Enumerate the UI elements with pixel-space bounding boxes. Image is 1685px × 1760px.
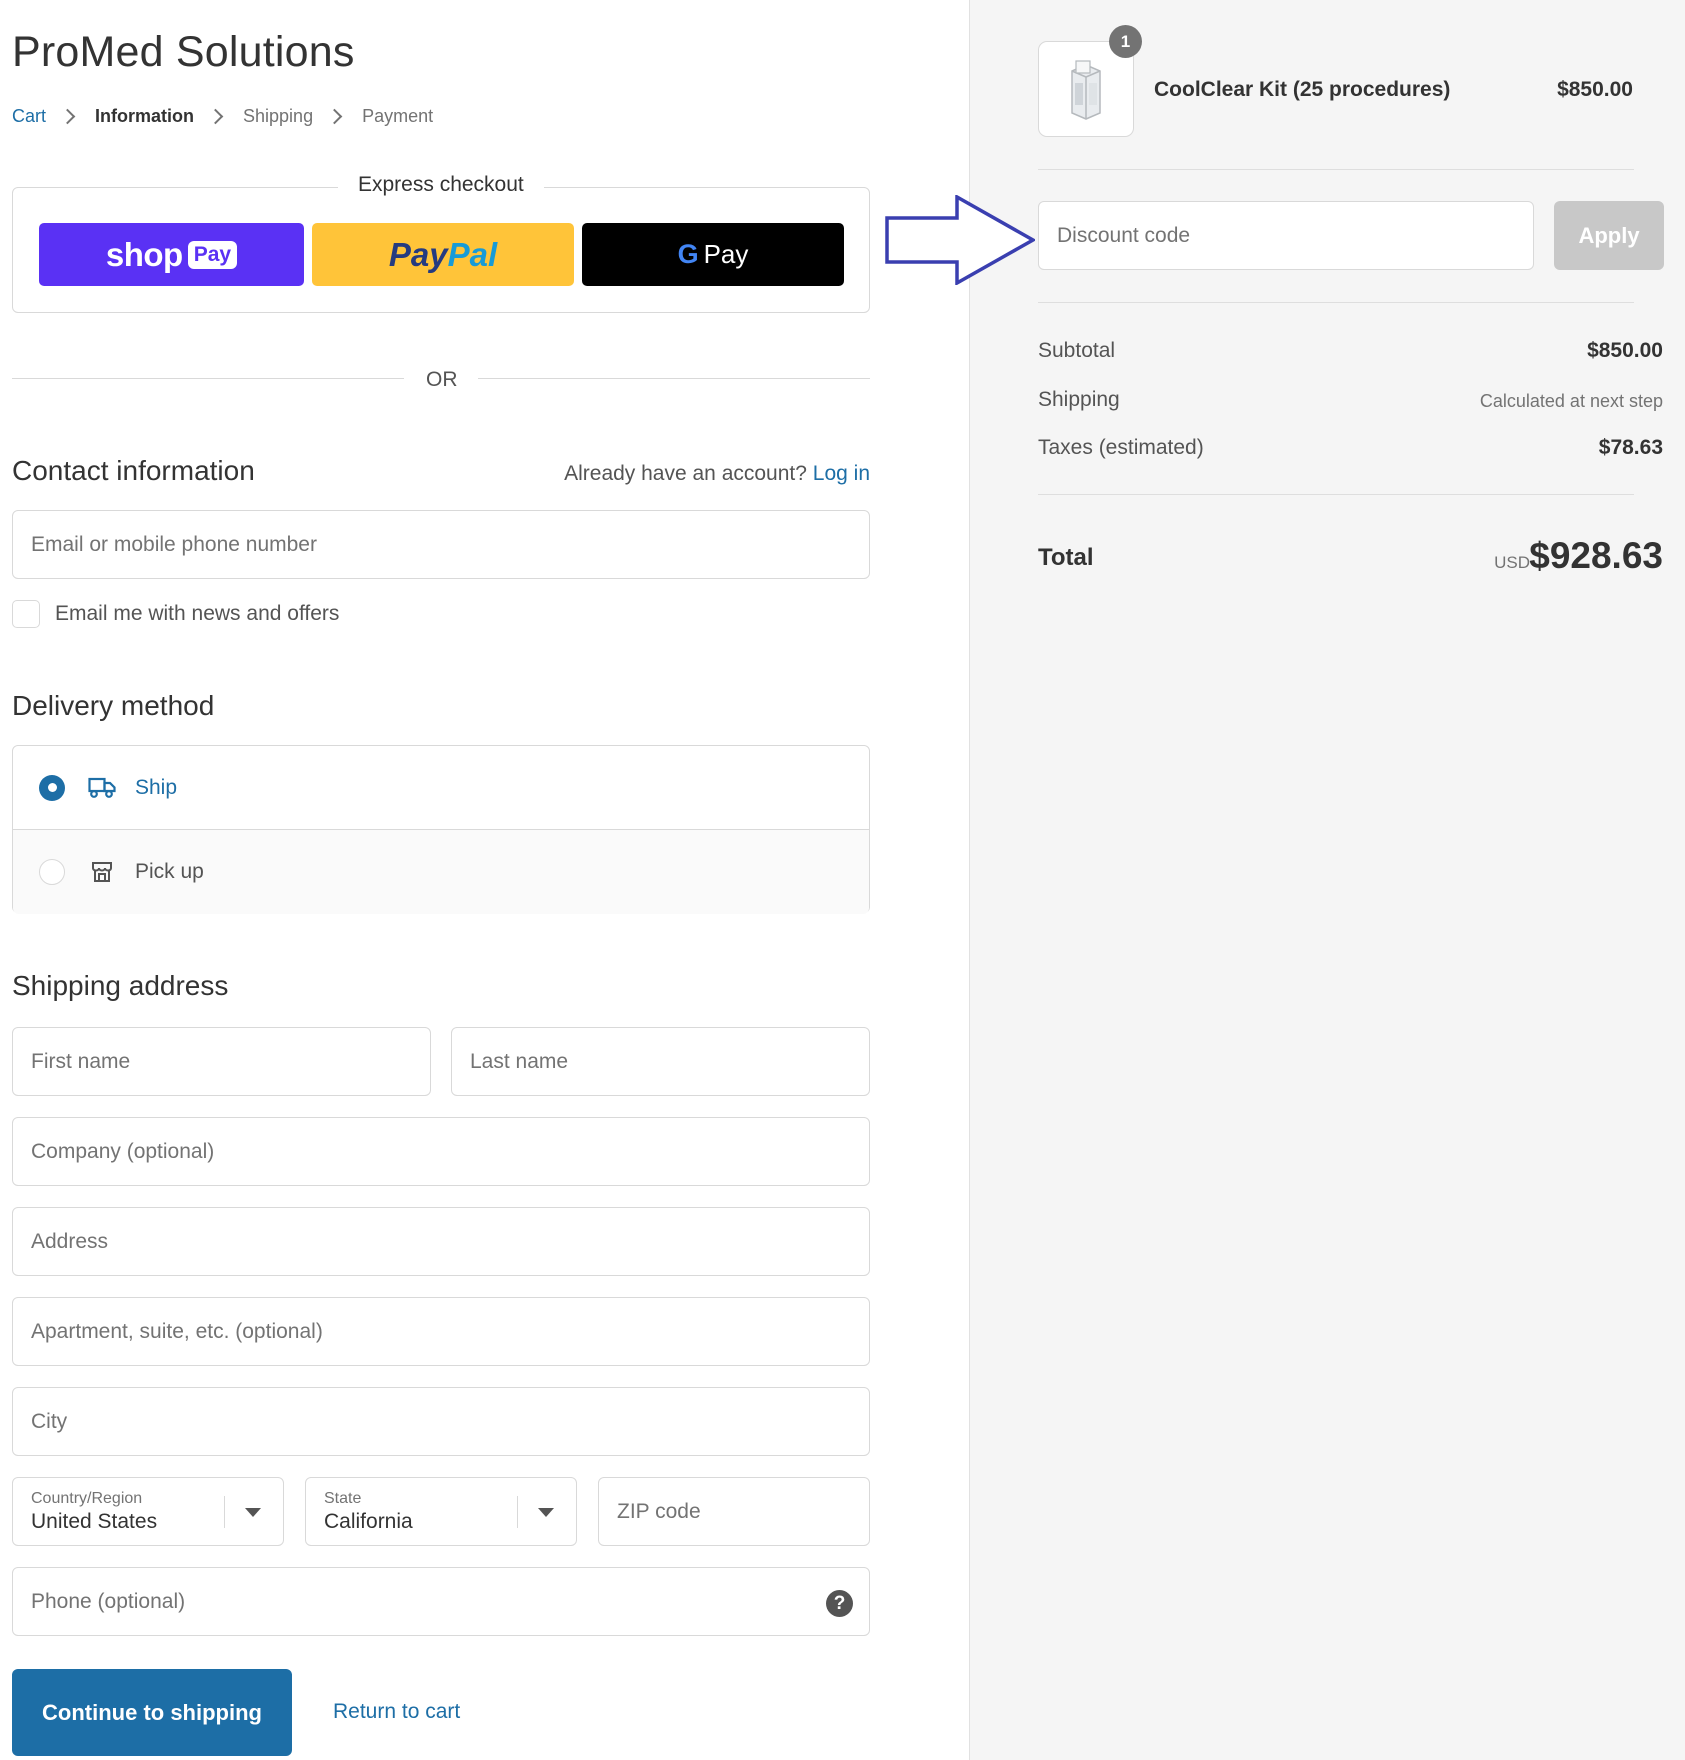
shop-pay-button[interactable]: shop Pay — [39, 223, 304, 286]
total-value: $928.63 — [1529, 535, 1663, 576]
email-field[interactable]: Email or mobile phone number — [12, 510, 870, 579]
google-pay-button[interactable]: G Pay — [582, 223, 844, 286]
taxes-label: Taxes (estimated) — [1038, 436, 1204, 459]
first-name-field[interactable]: First name — [12, 1027, 431, 1096]
pickup-radio[interactable] — [39, 859, 65, 885]
breadcrumb-information: Information — [95, 106, 195, 126]
product-name: CoolClear Kit (25 procedures) — [1154, 78, 1451, 101]
product-price: $850.00 — [1557, 78, 1633, 101]
delivery-method-title: Delivery method — [12, 690, 215, 721]
city-field[interactable]: City — [12, 1387, 870, 1456]
country-label: Country/Region — [31, 1489, 143, 1507]
help-icon[interactable]: ? — [826, 1590, 853, 1617]
country-select[interactable]: Country/Region United States — [12, 1477, 284, 1546]
express-checkout-label: Express checkout — [338, 173, 544, 197]
state-select[interactable]: State California — [305, 1477, 577, 1546]
discount-code-input[interactable]: Discount code — [1038, 201, 1534, 270]
delivery-option-ship[interactable]: Ship — [13, 746, 869, 830]
company-field[interactable]: Company (optional) — [12, 1117, 870, 1186]
login-link[interactable]: Log in — [813, 462, 870, 485]
subtotal-label: Subtotal — [1038, 339, 1116, 362]
truck-icon — [87, 775, 117, 801]
newsletter-label: Email me with news and offers — [55, 602, 340, 625]
account-prompt: Already have an account? Log in — [564, 462, 870, 486]
annotation-arrow-icon — [885, 195, 1035, 285]
apply-discount-button[interactable]: Apply — [1554, 201, 1664, 270]
divider — [1038, 302, 1634, 303]
zip-field[interactable]: ZIP code — [598, 1477, 870, 1546]
google-pay-label: Pay — [703, 239, 749, 269]
total-label: Total — [1038, 544, 1094, 571]
country-value: United States — [31, 1509, 158, 1533]
apartment-placeholder: Apartment, suite, etc. (optional) — [31, 1319, 323, 1343]
chevron-right-icon — [326, 108, 343, 125]
delivery-method-options: Ship Pick up — [12, 745, 870, 914]
phone-placeholder: Phone (optional) — [31, 1589, 186, 1613]
breadcrumb: Cart Information Shipping Payment — [12, 106, 433, 127]
company-placeholder: Company (optional) — [31, 1139, 215, 1163]
pickup-label: Pick up — [135, 860, 204, 883]
divider-left — [12, 378, 404, 379]
checkout-main: ProMed Solutions Cart Information Shippi… — [0, 0, 970, 1760]
quantity-badge: 1 — [1109, 25, 1142, 58]
chevron-down-icon — [245, 1508, 261, 1517]
shipping-address-title: Shipping address — [12, 970, 229, 1001]
taxes-value: $78.63 — [1598, 436, 1663, 459]
shipping-value: Calculated at next step — [1479, 391, 1663, 411]
delivery-option-pickup[interactable]: Pick up — [13, 830, 869, 914]
contact-information-title: Contact information — [12, 455, 255, 486]
breadcrumb-payment: Payment — [362, 106, 434, 126]
state-label: State — [324, 1489, 362, 1507]
last-name-field[interactable]: Last name — [451, 1027, 870, 1096]
divider-right — [478, 378, 870, 379]
ship-label: Ship — [135, 775, 178, 799]
newsletter-checkbox[interactable] — [12, 600, 40, 628]
breadcrumb-cart[interactable]: Cart — [12, 106, 46, 127]
email-placeholder: Email or mobile phone number — [31, 532, 317, 556]
newsletter-option[interactable]: Email me with news and offers — [12, 600, 339, 628]
address-field[interactable]: Address — [12, 1207, 870, 1276]
paypal-logo-part1: Pay — [388, 235, 448, 273]
discount-placeholder: Discount code — [1057, 223, 1191, 247]
last-name-placeholder: Last name — [470, 1049, 569, 1073]
city-placeholder: City — [31, 1409, 68, 1433]
zip-placeholder: ZIP code — [617, 1499, 701, 1523]
chevron-right-icon — [59, 108, 76, 125]
chevron-right-icon — [207, 108, 224, 125]
store-title[interactable]: ProMed Solutions — [12, 28, 355, 77]
subtotal-value: $850.00 — [1587, 339, 1663, 362]
phone-field[interactable]: Phone (optional) ? — [12, 1567, 870, 1636]
chevron-down-icon — [538, 1508, 554, 1517]
shop-pay-logo: shop — [105, 235, 183, 273]
express-checkout-box: shop Pay Pay Pal G Pay — [12, 187, 870, 313]
paypal-button[interactable]: Pay Pal — [312, 223, 574, 286]
breadcrumb-shipping: Shipping — [243, 106, 314, 126]
google-g-icon: G — [677, 239, 699, 269]
product-box-icon — [1071, 60, 1101, 120]
shop-pay-chip: Pay — [187, 240, 238, 269]
divider — [1038, 169, 1634, 170]
first-name-placeholder: First name — [31, 1049, 131, 1073]
order-summary: 1 CoolClear Kit (25 procedures) $850.00 … — [969, 0, 1685, 1760]
paypal-logo-part2: Pal — [447, 235, 498, 273]
state-value: California — [324, 1509, 413, 1533]
return-to-cart-link[interactable]: Return to cart — [333, 1700, 460, 1724]
or-divider-text: OR — [426, 368, 458, 391]
currency-code: USD — [1494, 553, 1530, 572]
select-divider — [517, 1496, 518, 1528]
select-divider — [224, 1496, 225, 1528]
store-icon — [87, 859, 117, 885]
ship-radio[interactable] — [39, 774, 65, 801]
continue-to-shipping-button[interactable]: Continue to shipping — [12, 1669, 292, 1756]
shipping-label: Shipping — [1038, 388, 1120, 411]
account-prompt-text: Already have an account? — [564, 462, 807, 485]
apartment-field[interactable]: Apartment, suite, etc. (optional) — [12, 1297, 870, 1366]
divider — [1038, 494, 1634, 495]
address-placeholder: Address — [31, 1229, 109, 1253]
